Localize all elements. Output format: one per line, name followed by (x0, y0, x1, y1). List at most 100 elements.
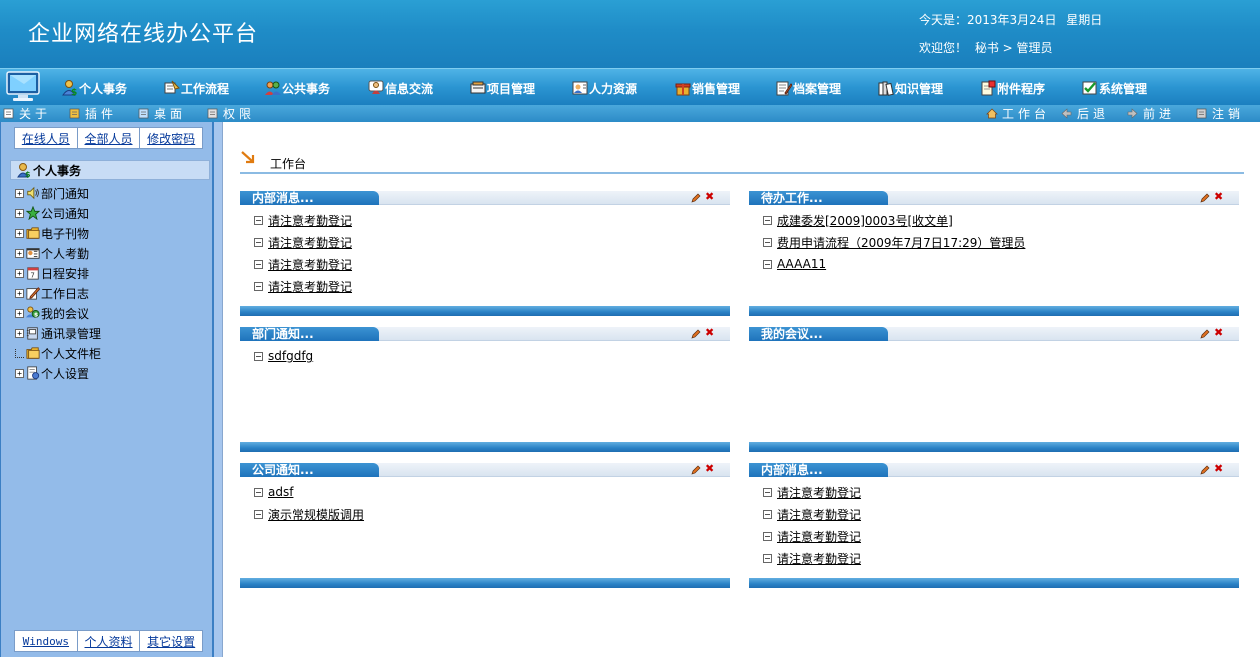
menu-item-label: 知识管理 (895, 81, 944, 96)
close-icon[interactable]: ✖ (705, 191, 715, 202)
list-item-link[interactable]: AAAA11 (777, 257, 826, 271)
sub-toolbar-right-3[interactable]: 前进 (1127, 106, 1175, 121)
menu-item-7[interactable]: 销售管理 (675, 78, 740, 98)
list-item: 请注意考勤登记 (763, 547, 861, 569)
list-item-link[interactable]: 费用申请流程（2009年7月7日17:29）管理员 (777, 234, 1025, 251)
expand-plus-icon[interactable]: + (15, 288, 24, 298)
sub-toolbar-left-4[interactable]: 权限 (207, 106, 255, 121)
edit-pencil-icon[interactable] (691, 465, 701, 475)
address-book-icon (26, 326, 40, 340)
list-item: 费用申请流程（2009年7月7日17:29）管理员 (763, 231, 1025, 253)
tab-online-users[interactable]: 在线人员 (15, 128, 78, 148)
list-item-link[interactable]: 成建委发[2009]0003号[收文单] (777, 212, 953, 229)
edit-pencil-icon[interactable] (691, 329, 701, 339)
tree-root-personal-affairs[interactable]: $ 个人事务 (10, 160, 210, 180)
tree-item-9[interactable]: 个人文件柜 (15, 343, 101, 363)
list-item-link[interactable]: 请注意考勤登记 (268, 234, 352, 251)
list-item-link[interactable]: 请注意考勤登记 (268, 256, 352, 273)
sub-toolbar-right-2[interactable]: 后退 (1061, 106, 1109, 121)
menu-item-6[interactable]: 人力资源 (572, 78, 637, 98)
portlet-title[interactable]: 公司通知... (240, 463, 379, 477)
sub-toolbar-left-3[interactable]: 桌面 (138, 106, 186, 121)
page-icon (3, 108, 14, 119)
sub-toolbar-left-1[interactable]: 关于 (3, 106, 51, 121)
tab-other-settings[interactable]: 其它设置 (140, 631, 202, 651)
svg-text:$: $ (71, 88, 77, 96)
portlet-title[interactable]: 部门通知... (240, 327, 379, 341)
portlet-list: 请注意考勤登记 请注意考勤登记 请注意考勤登记 请注意考勤登记 (763, 481, 861, 569)
list-item-link[interactable]: sdfgdfg (268, 349, 313, 363)
expand-plus-icon[interactable]: + (15, 368, 24, 378)
sub-toolbar-right-1[interactable]: 工作台 (986, 106, 1050, 121)
tree-item-3[interactable]: + 电子刊物 (15, 223, 89, 243)
sub-toolbar-left-2[interactable]: 插件 (69, 106, 117, 121)
close-icon[interactable]: ✖ (705, 463, 715, 474)
list-bullet-icon (254, 237, 263, 247)
tab-windows[interactable]: Windows (15, 631, 78, 651)
close-icon[interactable]: ✖ (705, 327, 715, 338)
expand-plus-icon[interactable]: + (15, 188, 24, 198)
tree-item-10[interactable]: + 个人设置 (15, 363, 89, 383)
breadcrumb-divider (240, 172, 1244, 174)
tree-item-4[interactable]: + 个人考勤 (15, 243, 89, 263)
edit-pencil-icon[interactable] (1200, 193, 1210, 203)
close-icon[interactable]: ✖ (1214, 463, 1224, 474)
menu-item-4[interactable]: 信息交流 (368, 78, 433, 98)
menu-item-5[interactable]: 项目管理 (470, 78, 535, 98)
expand-plus-icon[interactable]: + (15, 228, 24, 238)
menu-item-10[interactable]: 附件程序 (980, 78, 1045, 98)
close-icon[interactable]: ✖ (1214, 327, 1224, 338)
sub-toolbar-label: 前进 (1143, 107, 1176, 121)
list-item-link[interactable]: 请注意考勤登记 (777, 528, 861, 545)
expand-plus-icon[interactable]: + (15, 248, 24, 258)
list-bullet-icon (254, 351, 263, 361)
list-bullet-icon (763, 553, 772, 563)
tree-item-2[interactable]: + 公司通知 (15, 203, 89, 223)
menu-item-1[interactable]: $ 个人事务 (62, 78, 127, 98)
portlet-title[interactable]: 内部消息... (240, 191, 379, 205)
tree-item-8[interactable]: + 通讯录管理 (15, 323, 101, 343)
edit-pencil-icon[interactable] (1200, 465, 1210, 475)
tab-all-users[interactable]: 全部人员 (78, 128, 141, 148)
list-bullet-icon (254, 281, 263, 291)
menu-item-label: 工作流程 (181, 81, 230, 96)
menu-item-8[interactable]: 档案管理 (776, 78, 841, 98)
expand-plus-icon[interactable]: + (15, 308, 24, 318)
edit-pencil-icon[interactable] (1200, 329, 1210, 339)
portlet-title[interactable]: 我的会议... (749, 327, 888, 341)
menu-item-3[interactable]: 公共事务 (265, 78, 330, 98)
list-item-link[interactable]: 请注意考勤登记 (777, 506, 861, 523)
panel-splitter[interactable] (214, 122, 223, 657)
list-item-link[interactable]: 演示常规模版调用 (268, 506, 364, 523)
list-item-link[interactable]: 请注意考勤登记 (268, 212, 352, 229)
list-item-link[interactable]: 请注意考勤登记 (777, 484, 861, 501)
list-item-link[interactable]: adsf (268, 485, 293, 499)
tree-item-6[interactable]: + 工作日志 (15, 283, 89, 303)
tree-item-7[interactable]: + $ 我的会议 (15, 303, 89, 323)
tree-root-label: 个人事务 (33, 163, 82, 178)
tab-personal-info[interactable]: 个人资料 (78, 631, 141, 651)
breadcrumb-arrow-icon (241, 151, 255, 164)
list-item-link[interactable]: 请注意考勤登记 (777, 550, 861, 567)
list-bullet-icon (254, 509, 263, 519)
chat-user-icon (368, 80, 384, 96)
sub-toolbar-right-4[interactable]: 注销 (1196, 106, 1244, 121)
portlet-title[interactable]: 内部消息... (749, 463, 888, 477)
list-item: adsf (254, 481, 364, 503)
list-item: sdfgdfg (254, 345, 313, 367)
tab-change-password[interactable]: 修改密码 (140, 128, 202, 148)
close-icon[interactable]: ✖ (1214, 191, 1224, 202)
menu-item-9[interactable]: 知识管理 (878, 78, 943, 98)
list-item-link[interactable]: 请注意考勤登记 (268, 278, 352, 295)
menu-item-11[interactable]: 系统管理 (1082, 78, 1147, 98)
expand-plus-icon[interactable]: + (15, 208, 24, 218)
portlet-title[interactable]: 待办工作... (749, 191, 888, 205)
tree-item-5[interactable]: +7 日程安排 (15, 263, 89, 283)
svg-text:7: 7 (30, 271, 34, 279)
portlet-footer-bar (749, 578, 1239, 588)
tree-item-1[interactable]: + 部门通知 (15, 183, 89, 203)
expand-plus-icon[interactable]: + (15, 328, 24, 338)
edit-pencil-icon[interactable] (691, 193, 701, 203)
menu-item-2[interactable]: 工作流程 (164, 78, 229, 98)
expand-plus-icon[interactable]: + (15, 268, 24, 278)
